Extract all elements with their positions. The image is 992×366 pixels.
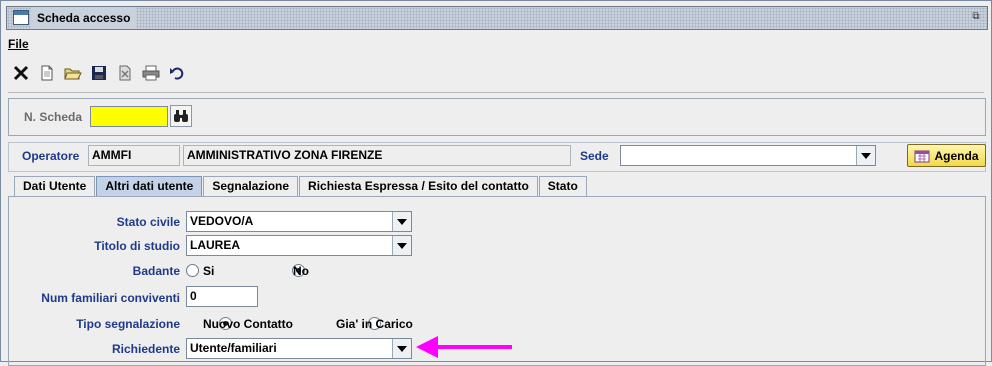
agenda-button-label: Agenda: [934, 148, 979, 163]
badante-si-label: Si: [203, 264, 215, 278]
gia-in-carico-label: Gia' in Carico: [336, 317, 413, 331]
titolo-studio-dropdown[interactable]: LAUREA: [186, 235, 412, 256]
print-icon[interactable]: [140, 62, 162, 84]
restore-icon[interactable]: ⧉: [969, 11, 983, 25]
stato-civile-value: VEDOVO/A: [190, 214, 254, 228]
num-familiari-input[interactable]: 0: [186, 286, 258, 307]
chevron-down-icon[interactable]: [392, 236, 411, 255]
stato-civile-label: Stato civile: [116, 215, 180, 229]
sede-dropdown[interactable]: [620, 145, 876, 166]
close-icon[interactable]: [10, 62, 32, 84]
scheda-number-input[interactable]: [90, 106, 168, 127]
toolbar-separator: [8, 92, 984, 93]
operatore-code-field: AMMFI: [88, 145, 180, 166]
operatore-label: Operatore: [22, 149, 80, 163]
badante-label: Badante: [132, 264, 180, 278]
tipo-segnalazione-label: Tipo segnalazione: [76, 317, 180, 331]
save-disk-icon[interactable]: [88, 62, 110, 84]
titolo-studio-value: LAUREA: [190, 238, 240, 252]
tab-strip: Dati Utente Altri dati utente Segnalazio…: [14, 176, 588, 196]
num-familiari-label: Num familiari conviventi: [41, 291, 180, 305]
title-bar[interactable]: Scheda accesso ⧉: [6, 6, 988, 30]
open-folder-icon[interactable]: [62, 62, 84, 84]
new-document-icon[interactable]: [36, 62, 58, 84]
operatore-name-field: AMMINISTRATIVO ZONA FIRENZE: [183, 145, 571, 166]
chevron-down-icon[interactable]: [856, 146, 875, 165]
delete-document-icon[interactable]: [114, 62, 136, 84]
tab-stato[interactable]: Stato: [538, 176, 587, 196]
richiedente-value: Utente/familiari: [190, 341, 277, 355]
richiedente-label: Richiedente: [111, 342, 180, 356]
chevron-down-icon[interactable]: [392, 339, 411, 358]
nuovo-contatto-label: Nuovo Contatto: [203, 317, 293, 331]
undo-icon[interactable]: [166, 62, 188, 84]
annotation-arrow-icon: [416, 336, 512, 358]
richiedente-dropdown[interactable]: Utente/familiari: [186, 338, 412, 359]
tab-dati-utente[interactable]: Dati Utente: [14, 176, 96, 196]
badante-no-label: No: [293, 264, 309, 278]
chevron-down-icon[interactable]: [392, 212, 411, 231]
tab-segnalazione[interactable]: Segnalazione: [203, 176, 299, 196]
tab-altri-dati-utente[interactable]: Altri dati utente: [96, 176, 203, 196]
menu-bar: File: [8, 36, 29, 52]
window-title: Scheda accesso: [31, 7, 137, 29]
badante-si-radio[interactable]: [186, 264, 199, 277]
window-icon: [13, 10, 29, 25]
toolbar: [10, 60, 188, 86]
agenda-button[interactable]: Agenda: [907, 144, 986, 167]
calendar-icon: [914, 150, 930, 162]
sede-label: Sede: [580, 149, 609, 163]
menu-file[interactable]: File: [8, 37, 29, 51]
titolo-studio-label: Titolo di studio: [94, 239, 180, 253]
stato-civile-dropdown[interactable]: VEDOVO/A: [186, 211, 412, 232]
binoculars-icon[interactable]: [170, 105, 192, 127]
tab-richiesta-espressa[interactable]: Richiesta Espressa / Esito del contatto: [299, 176, 538, 196]
scheda-label: N. Scheda: [24, 110, 83, 124]
